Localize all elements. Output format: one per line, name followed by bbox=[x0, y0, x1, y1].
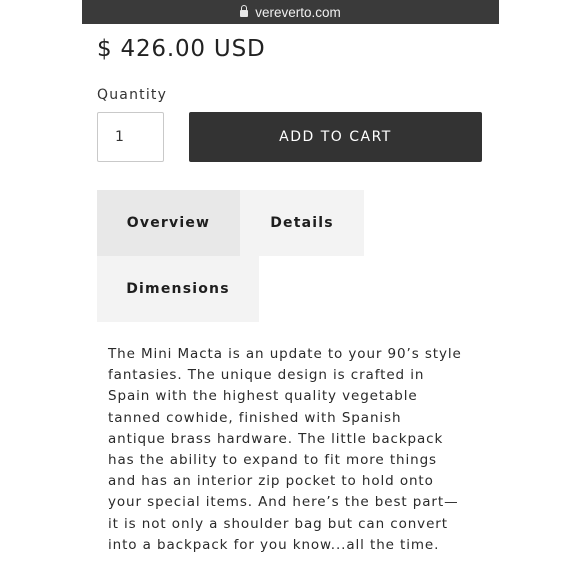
browser-url-bar[interactable]: vereverto.com bbox=[82, 0, 499, 24]
product-price: $ 426.00 USD bbox=[97, 36, 266, 62]
lock-icon bbox=[240, 5, 249, 17]
quantity-input[interactable] bbox=[97, 112, 164, 162]
add-to-cart-button[interactable]: ADD TO CART bbox=[189, 112, 482, 162]
description-line: into a backpack for you know...all the t… bbox=[108, 536, 440, 553]
description-line: and has an interior zip pocket to hold o… bbox=[108, 473, 434, 490]
product-page: vereverto.com $ 426.00 USD Quantity ADD … bbox=[0, 0, 580, 580]
tab-overview[interactable]: Overview bbox=[97, 190, 240, 256]
url-text: vereverto.com bbox=[255, 4, 341, 20]
tab-details[interactable]: Details bbox=[240, 190, 364, 256]
quantity-label: Quantity bbox=[97, 87, 168, 103]
description-line: The Mini Macta is an update to your 90’s… bbox=[108, 346, 462, 362]
description-line: tanned cowhide, finished with Spanish bbox=[108, 409, 402, 426]
description-line: has the ability to expand to fit more th… bbox=[108, 452, 437, 469]
description-line: your special items. And here’s the best … bbox=[108, 494, 459, 511]
product-description: The Mini Macta is an update to your 90’s… bbox=[108, 344, 488, 556]
description-line: fantasies. The unique design is crafted … bbox=[108, 367, 425, 384]
description-line: Spain with the highest quality vegetable bbox=[108, 388, 418, 405]
description-line: it is not only a shoulder bag but can co… bbox=[108, 515, 448, 532]
description-line: antique brass hardware. The little backp… bbox=[108, 430, 444, 447]
tab-dimensions[interactable]: Dimensions bbox=[97, 256, 259, 322]
